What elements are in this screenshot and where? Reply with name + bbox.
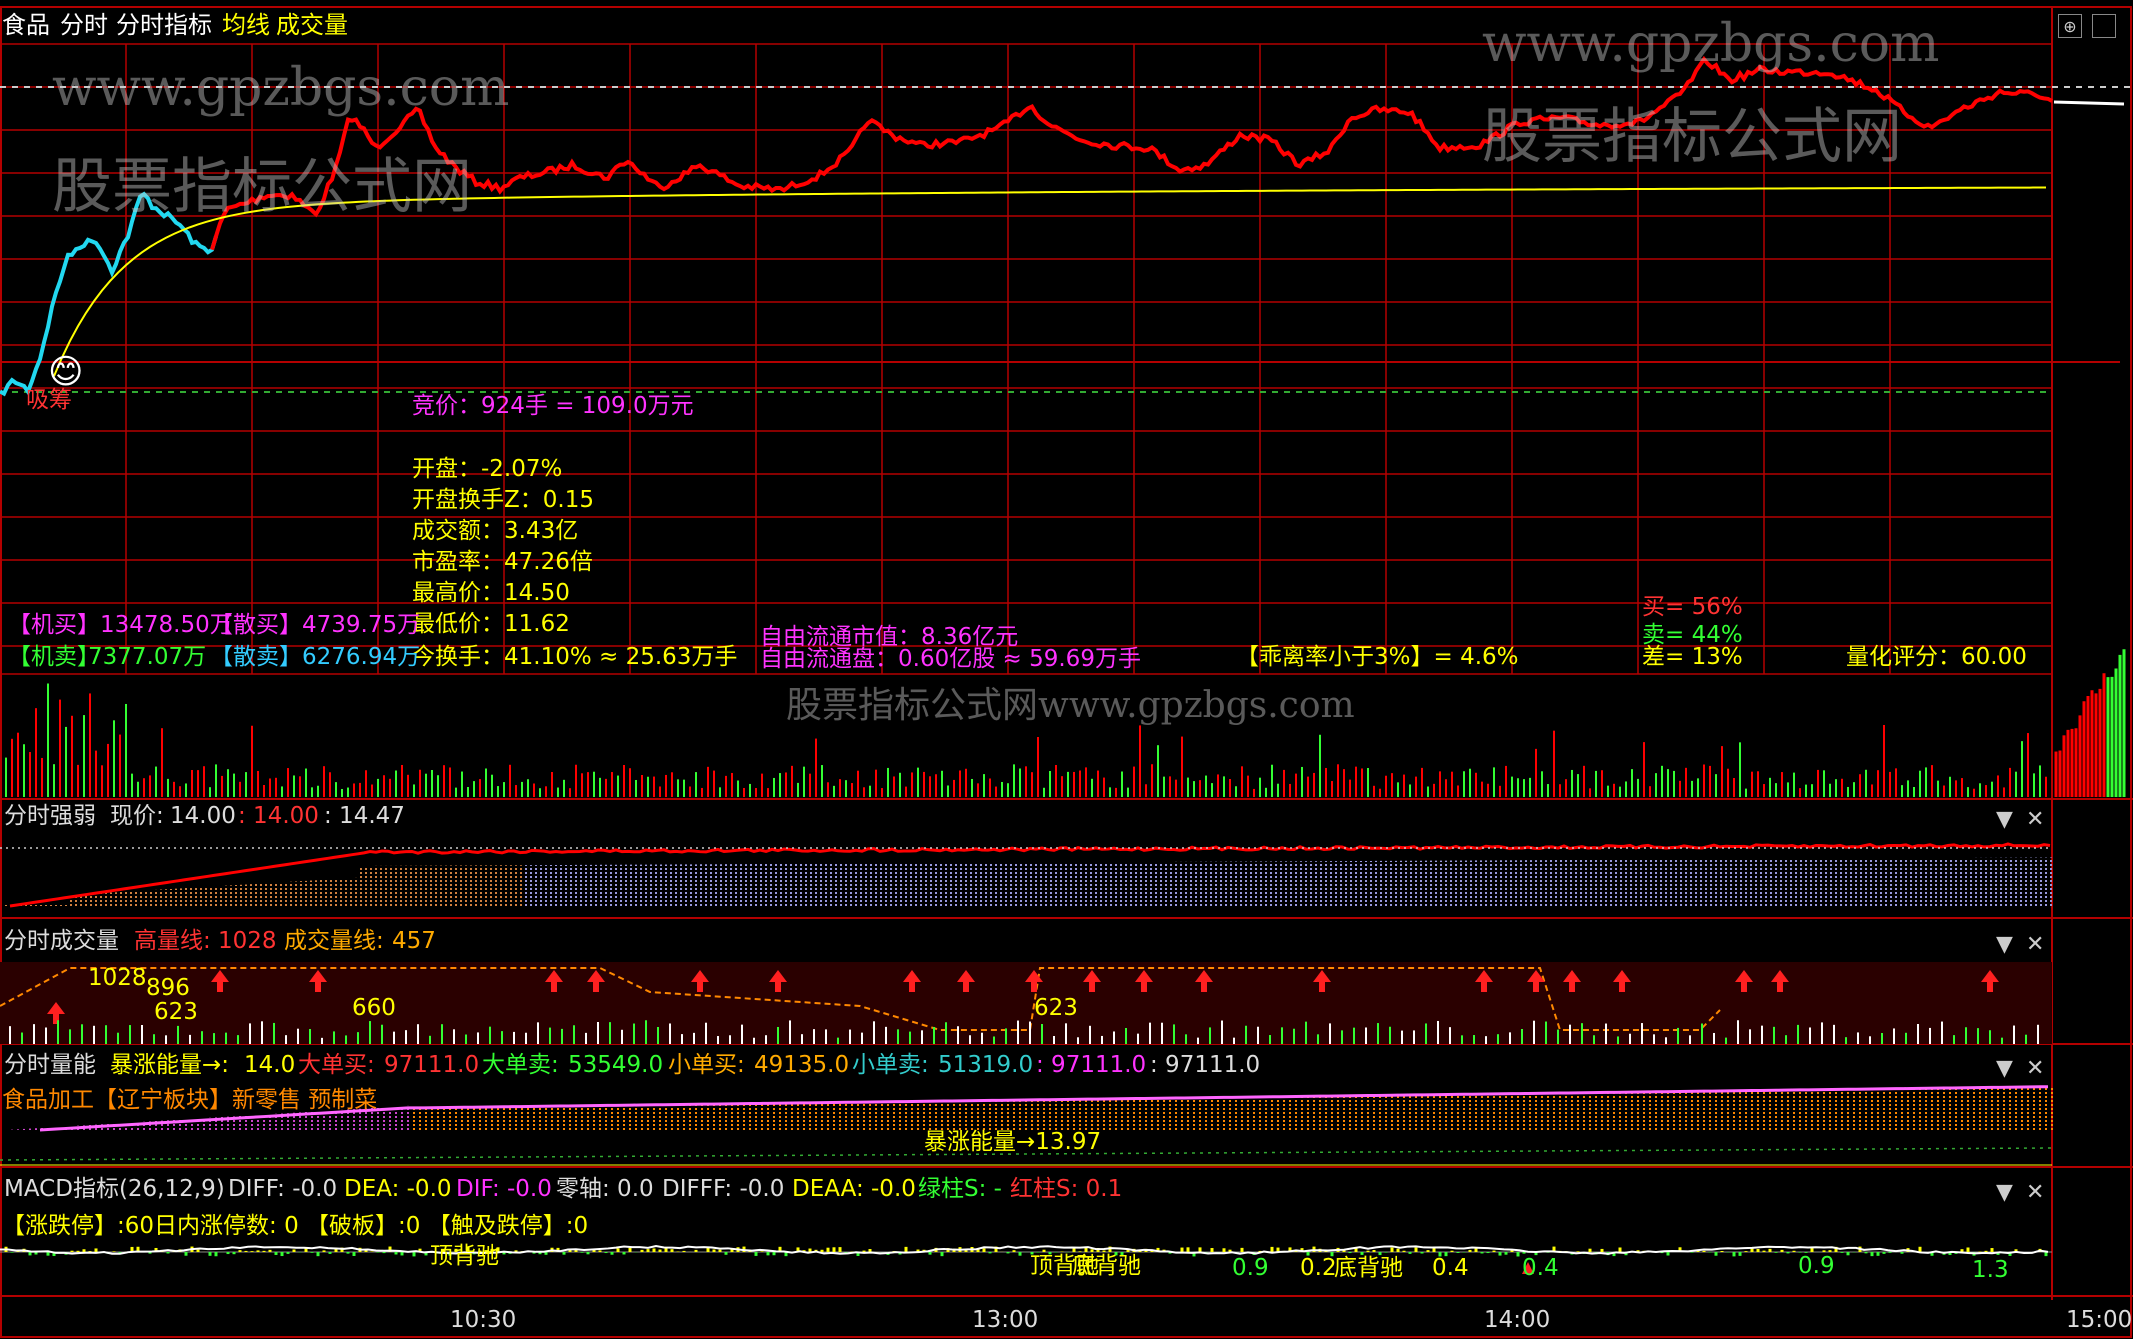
energy-label: 暴涨能量→13.97 (924, 1129, 1102, 1155)
panel2-label-1028: 1028 (88, 965, 147, 991)
panel2-high-value: 1028 (218, 928, 277, 954)
tab-intraday-indicator[interactable]: 分时指标 (116, 10, 212, 40)
inst-buy-label: 【机买】 (8, 612, 100, 638)
macd-deaa: DEAA: -0.0 (792, 1176, 916, 1202)
macd-difff: DIFFF: -0.0 (662, 1176, 785, 1202)
watermark-url: www.gpzbgs.com (52, 58, 510, 118)
macd-num-1: 0.9 (1232, 1255, 1269, 1281)
tab-intraday[interactable]: 分时 (60, 10, 108, 40)
panel4-close-icon[interactable]: ✕ (2026, 1181, 2044, 1205)
panel3-c-label: 大单卖: (482, 1052, 559, 1078)
bottom-divergence-2: 底背驰 (1334, 1255, 1403, 1281)
retail-sell-value: 6276.94万 (302, 644, 421, 670)
stat-pe: 市盈率：47.26倍 (412, 549, 593, 575)
strength-panel (0, 842, 2052, 908)
bottom-divergence-1: 底背驰 (1072, 1253, 1141, 1279)
panel3-f: : 97111.0 (1036, 1052, 1147, 1078)
diff-ratio: 差= 13% (1642, 644, 1743, 670)
watermark-cn: 股票指标公式网 (52, 152, 472, 222)
panel1-now-value: 14.00 (170, 803, 236, 829)
inst-sell-value: 7377.07万 (88, 644, 207, 670)
panel3-dropdown-icon[interactable]: ▼ (1996, 1057, 2013, 1081)
watermark-url-right: www.gpzbgs.com (1482, 14, 1940, 74)
macd-diff: DIFF: -0.0 (228, 1176, 338, 1202)
panel3-d-value: 49135.0 (754, 1052, 850, 1078)
panel4-title: MACD指标(26,12,9) (4, 1176, 225, 1202)
stock-name: 食品 (2, 11, 50, 39)
stat-turnover-amount: 成交额：3.43亿 (412, 518, 579, 544)
macd-dea: DEA: -0.0 (344, 1176, 452, 1202)
quant-score: 量化评分：60.00 (1846, 644, 2027, 670)
panel4-dropdown-icon[interactable]: ▼ (1996, 1181, 2013, 1205)
top-divergence-1: 顶背驰 (430, 1243, 499, 1269)
panel2-label-660: 660 (352, 995, 396, 1021)
deviation-rate: 【乖离率小于3%】= 4.6% (1236, 644, 1519, 670)
buy-ratio: 买= 56% (1642, 594, 1743, 620)
stat-high: 最高价：14.50 (412, 580, 570, 606)
suck-label: 吸筹 (26, 387, 72, 413)
macd-num-5: 0.9 (1798, 1253, 1835, 1279)
macd-num-3: 0.4 (1432, 1255, 1469, 1281)
macd-zero: 零轴: 0.0 (556, 1176, 654, 1202)
stat-open-turnover: 开盘换手Z：0.15 (412, 487, 594, 513)
panel3-b-value: 97111.0 (384, 1052, 480, 1078)
panel3-a-label: 暴涨能量→: (110, 1052, 230, 1078)
panel3-d-label: 小单买: (668, 1052, 745, 1078)
panel2-title: 分时成交量 (4, 928, 119, 954)
time-label-1400: 14:00 (1484, 1307, 1551, 1333)
panel2-dropdown-icon[interactable]: ▼ (1996, 933, 2013, 957)
macd-green: 绿柱S: - (918, 1176, 1002, 1202)
panel3-g: : 97111.0 (1150, 1052, 1261, 1078)
float-shares: 自由流通盘：0.60亿股 ≈ 59.69万手 (760, 646, 1141, 672)
macd-num-4: 0.4 (1522, 1255, 1559, 1281)
time-label-1030: 10:30 (450, 1307, 517, 1333)
inst-sell-label: 【机卖】 (8, 644, 100, 670)
panel2-label-623b: 623 (1034, 995, 1078, 1021)
macd-num-2: 0.2 (1300, 1255, 1337, 1281)
panel1-now-label: 现价: (110, 803, 164, 829)
macd-num-6: 1.3 (1972, 1257, 2009, 1283)
sector-tags: 食品加工【辽宁板块】新零售 预制菜 (2, 1087, 378, 1113)
stat-low: 最低价：11.62 (412, 611, 570, 637)
panel3-a-value: 14.0 (244, 1052, 296, 1078)
legend-volume[interactable]: 成交量 (276, 10, 348, 40)
window-icon[interactable] (2092, 14, 2116, 38)
panel3-b-label: 大单买: (298, 1052, 375, 1078)
last-price-marker (2053, 100, 2125, 106)
stat-turnover-today: 今换手：41.10% ≈ 25.63万手 (412, 644, 738, 670)
legend-average[interactable]: 均线 (222, 10, 270, 40)
macd-red: 红柱S: 0.1 (1010, 1176, 1123, 1202)
retail-sell-label: 【散卖】 (210, 644, 302, 670)
time-label-1500: 15:00 (2066, 1307, 2133, 1333)
panel2-vol-value: 457 (392, 928, 436, 954)
panel2-high-label: 高量线: (134, 928, 211, 954)
panel3-e-value: 51319.0 (938, 1052, 1034, 1078)
panel3-c-value: 53549.0 (568, 1052, 664, 1078)
panel2-close-icon[interactable]: ✕ (2026, 933, 2044, 957)
panel2-vol-label: 成交量线: (284, 928, 384, 954)
time-label-1300: 13:00 (972, 1307, 1039, 1333)
panel3-title: 分时量能 (4, 1052, 96, 1078)
limit-stats: 【涨跌停】:60日内涨停数: 0 【破板】:0 【触及跌停】:0 (2, 1213, 589, 1239)
stat-open: 开盘：-2.07% (412, 456, 563, 482)
panel1-dropdown-icon[interactable]: ▼ (1996, 808, 2013, 832)
watermark-footer: 股票指标公式网www.gpzbgs.com (786, 685, 1355, 726)
macd-dif: DIF: -0.0 (456, 1176, 552, 1202)
retail-buy-label: 【散买】 (210, 612, 302, 638)
zoom-icon[interactable]: ⊕ (2058, 14, 2082, 38)
panel1-close-icon[interactable]: ✕ (2026, 808, 2044, 832)
panel1-title: 分时强弱 (4, 803, 96, 829)
panel3-e-label: 小单卖: (852, 1052, 929, 1078)
panel2-label-623a: 623 (154, 999, 198, 1025)
watermark-cn-right: 股票指标公式网 (1482, 102, 1902, 172)
panel3-close-icon[interactable]: ✕ (2026, 1057, 2044, 1081)
retail-buy-value: 4739.75万 (302, 612, 421, 638)
panel1-value2: : 14.00 (238, 803, 319, 829)
volume-panel (0, 962, 2052, 1044)
panel1-value3: : 14.47 (324, 803, 405, 829)
macd-panel (0, 1244, 2052, 1274)
auction-text: 竞价：924手 = 109.0万元 (412, 393, 694, 419)
